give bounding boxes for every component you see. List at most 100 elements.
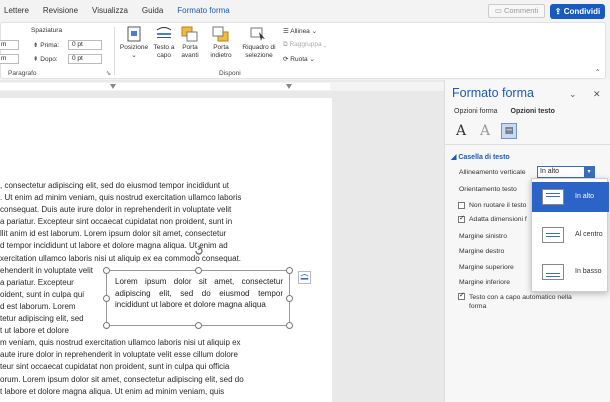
text-fill-icon[interactable]: A (453, 123, 469, 139)
autofit-checkbox[interactable] (458, 214, 465, 223)
ruler-right-marker[interactable] (286, 84, 292, 90)
bring-forward-label: Porta avanti (181, 44, 199, 59)
selected-text-box[interactable]: Lorem ipsum dolor sit amet, consectetur … (106, 270, 290, 326)
margin-bottom-label: Margine inferiore (459, 279, 510, 286)
option-middle[interactable]: Al centro (532, 220, 609, 250)
margin-left-label: Margine sinistro (459, 233, 507, 240)
wrap-text-checkbox[interactable] (458, 291, 465, 300)
option-top[interactable]: In alto (532, 182, 609, 212)
resize-handle-top-left[interactable] (103, 267, 110, 274)
selection-pane-button[interactable]: Riquadro di selezione (239, 26, 279, 60)
indent-right-input[interactable]: m (0, 54, 19, 64)
resize-handle-left[interactable] (103, 295, 110, 302)
close-icon[interactable]: ✕ (593, 89, 601, 100)
comments-label: Commenti (504, 6, 539, 15)
vertical-align-value: In alto (540, 168, 560, 175)
position-button[interactable]: Posizione ⌄ (118, 26, 150, 60)
ribbon-tabs: Lettere Revisione Visualizza Guida Forma… (4, 6, 244, 15)
text-line: d tempor incididunt ut labore et dolore … (0, 241, 228, 251)
wrap-text-button[interactable]: Testo a capo (150, 26, 178, 60)
text-effects-icon[interactable]: A (477, 123, 493, 139)
tab-lettere[interactable]: Lettere (4, 6, 29, 15)
text-box-icon[interactable]: ▤ (501, 123, 517, 139)
send-backward-button[interactable]: Porta indietro (204, 26, 238, 60)
tab-guida[interactable]: Guida (142, 6, 163, 15)
autofit-label: Adatta dimensioni f (469, 216, 527, 223)
rotate-label: Ruota (290, 56, 308, 63)
pane-subtabs: Opzioni forma Opzioni testo (454, 108, 566, 115)
layout-options-icon[interactable] (298, 271, 311, 284)
group-label-paragraph: Paragrafo (8, 70, 37, 77)
group-label-arrange: Disponi (219, 70, 241, 77)
text-line: consequat. Duis aute irure dolor in repr… (0, 205, 232, 215)
text-line: llit anim id est laborum. Lorem ipsum do… (0, 229, 227, 239)
send-backward-label: Porta indietro (210, 44, 232, 59)
resize-handle-top-right[interactable] (286, 267, 293, 274)
tab-text-options[interactable]: Opzioni testo (511, 108, 555, 115)
option-bottom[interactable]: In basso (532, 257, 609, 287)
resize-handle-bottom-right[interactable] (286, 322, 293, 329)
dropdown-arrow-icon[interactable]: ▾ (584, 167, 594, 177)
pane-divider (445, 144, 610, 145)
space-before-input[interactable]: 0 pt (68, 40, 102, 50)
section-title: Casella di testo (458, 154, 510, 161)
space-after-input[interactable]: 0 pt (68, 54, 102, 64)
position-label: Posizione (119, 44, 149, 51)
position-icon (125, 26, 143, 42)
option-label: In alto (575, 193, 595, 200)
bring-forward-button[interactable]: Porta avanti (178, 26, 202, 60)
group-label: Raggruppa (289, 41, 322, 48)
margin-top-label: Margine superiore (459, 264, 514, 271)
no-rotate-checkbox[interactable] (458, 202, 465, 209)
vertical-align-dropdown[interactable]: In alto ▾ (537, 166, 595, 178)
rotate-handle-icon[interactable] (193, 245, 205, 257)
tab-revisione[interactable]: Revisione (43, 6, 78, 15)
send-backward-icon (212, 26, 230, 42)
after-label-text: Dopo: (40, 56, 58, 63)
align-bottom-icon (542, 264, 564, 280)
no-rotate-label: Non ruotare il testo (469, 202, 527, 209)
pane-options-chevron-icon[interactable]: ⌄ (569, 89, 577, 100)
comments-button[interactable]: ▭ Commenti (488, 4, 545, 18)
share-button[interactable]: ⇪ Condividi (550, 4, 605, 19)
wrap-text-label: Testo con a capo automatico nella forma (469, 294, 572, 310)
resize-handle-bottom-left[interactable] (103, 322, 110, 329)
tab-formato-forma[interactable]: Formato forma (177, 6, 229, 15)
align-label: Allinea (290, 28, 310, 35)
vertical-align-label: Allineamento verticale (459, 169, 526, 176)
selection-pane-label: Riquadro di selezione (242, 44, 276, 59)
text-line: aute irure dolor in reprehenderit in vol… (0, 350, 238, 360)
selection-pane-icon (250, 26, 268, 42)
indent-left-input[interactable]: m (0, 40, 19, 50)
rotate-button[interactable]: ⟳ Ruota ⌄ (283, 55, 315, 63)
resize-handle-right[interactable] (286, 295, 293, 302)
group-button[interactable]: ⧉ Raggruppa ⌄ (283, 41, 327, 49)
resize-handle-top[interactable] (195, 267, 202, 274)
spacing-label: Spaziatura (31, 27, 63, 34)
menu-bar: Lettere Revisione Visualizza Guida Forma… (0, 0, 610, 22)
section-header[interactable]: ◢ Casella di testo (451, 153, 510, 161)
ribbon-separator (114, 27, 115, 75)
align-middle-icon (542, 227, 564, 243)
text-line: . Ut enim ad minim veniam, quis nostrud … (0, 193, 242, 203)
margin-right-label: Margine destro (459, 248, 505, 255)
pane-title: Formato forma (452, 86, 534, 100)
align-button[interactable]: ☰ Allinea ⌄ (283, 27, 317, 35)
collapse-ribbon-icon[interactable]: ⌃ (595, 68, 600, 76)
wrap-text-icon (155, 26, 173, 42)
tab-shape-options[interactable]: Opzioni forma (454, 108, 498, 115)
bring-forward-icon (181, 26, 199, 42)
ruler-indent-marker[interactable] (110, 84, 116, 90)
option-label: Al centro (575, 231, 603, 238)
ruler-margin-area (0, 83, 330, 90)
text-line: , consectetur adipiscing elit, sed do ei… (0, 181, 230, 190)
horizontal-ruler[interactable] (0, 82, 444, 91)
share-icon: ⇪ (554, 7, 562, 16)
share-label: Condividi (563, 7, 601, 16)
text-box-content[interactable]: Lorem ipsum dolor sit amet, consectetur … (115, 276, 283, 311)
tab-visualizza[interactable]: Visualizza (92, 6, 128, 15)
resize-handle-bottom[interactable] (195, 322, 202, 329)
text-line: t labore et dolore magna aliqua. Ut enim… (0, 386, 225, 396)
paragraph-launcher-icon[interactable]: ⬂ (106, 70, 111, 77)
text-line: teur sint occaecat cupidatat non proiden… (0, 362, 230, 372)
